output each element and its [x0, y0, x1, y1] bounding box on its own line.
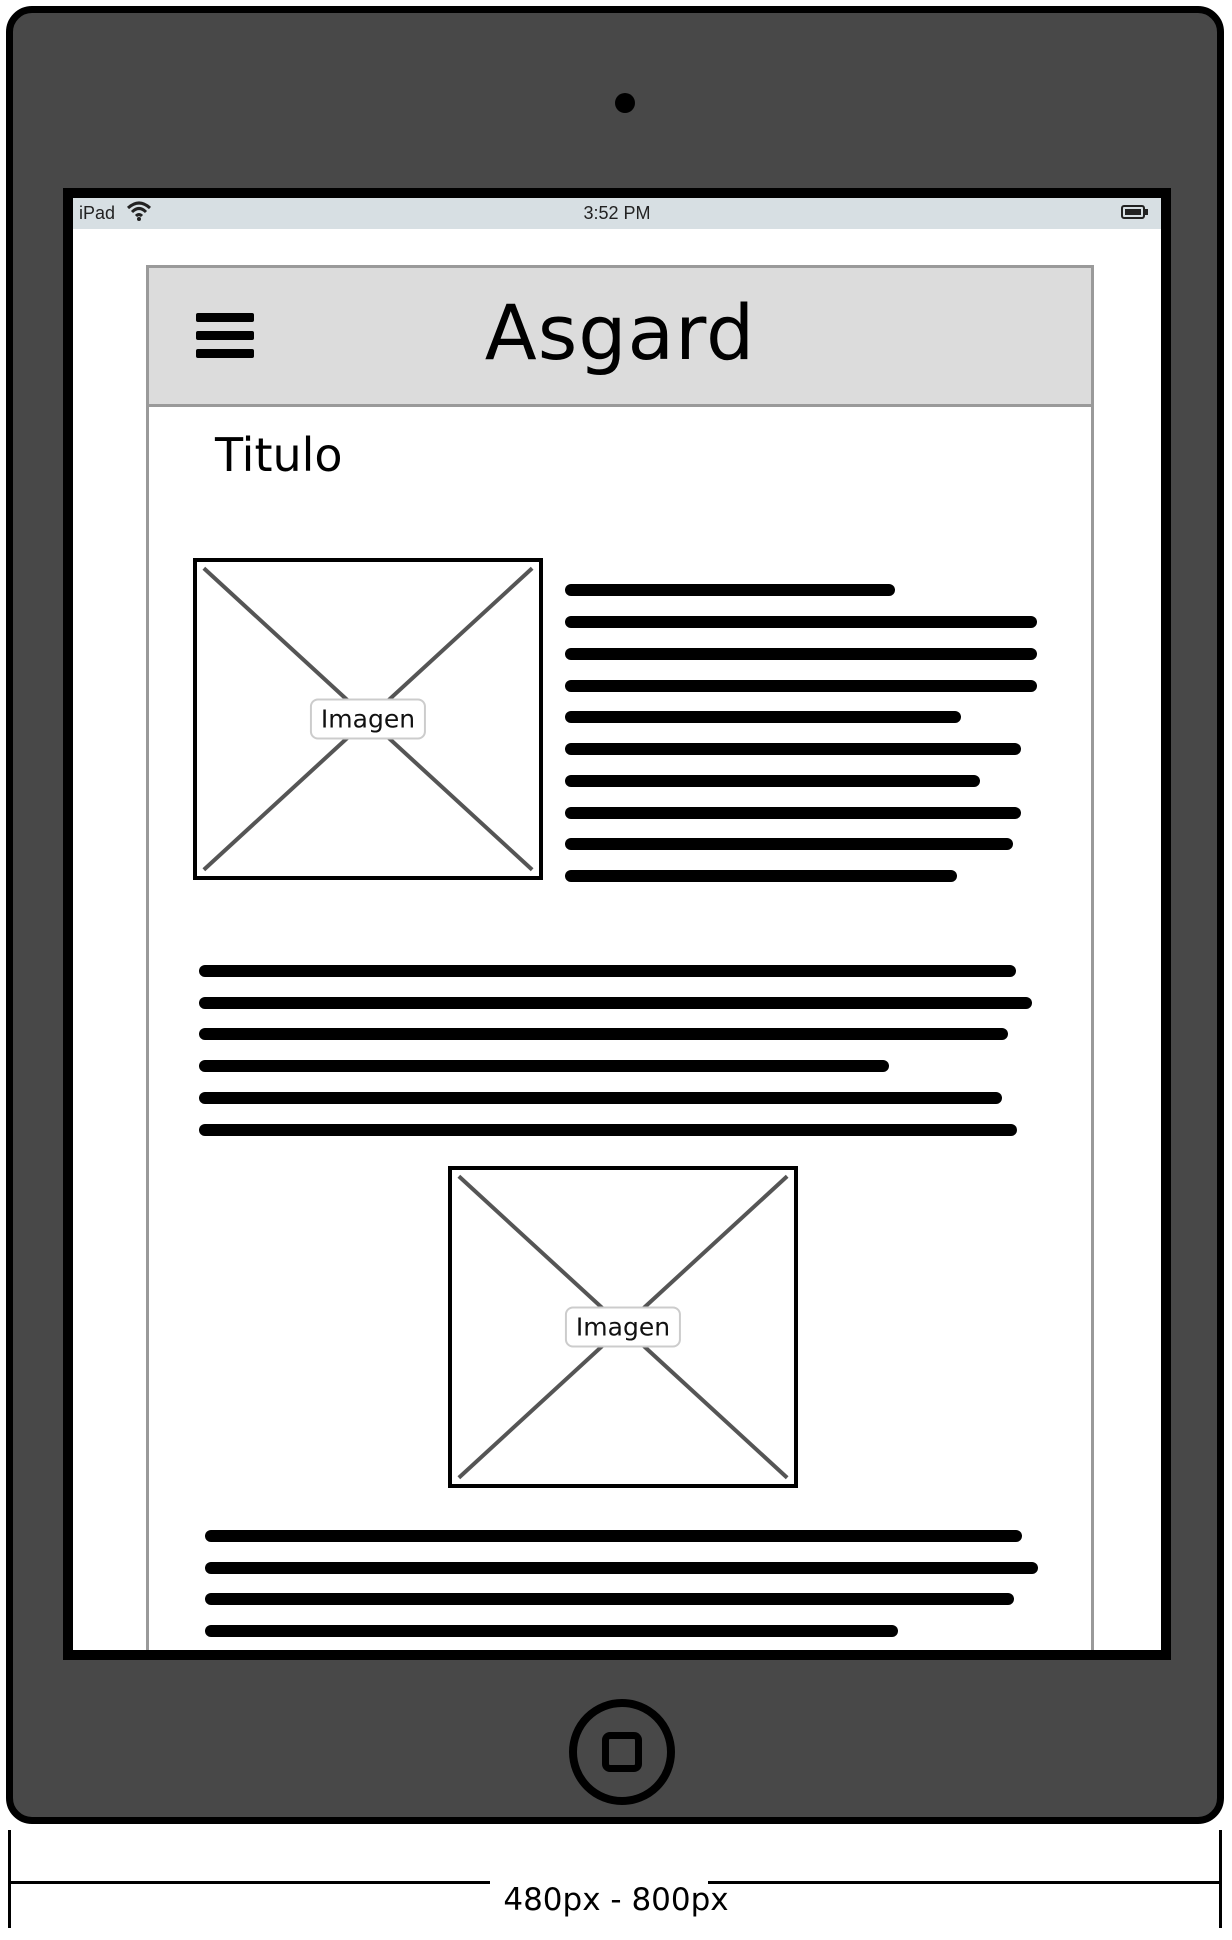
app-frame: Asgard Titulo Imagen Imagen [146, 265, 1094, 1650]
image-placeholder: Imagen [193, 558, 543, 880]
text-line [565, 648, 1037, 660]
text-line [565, 584, 895, 596]
status-time: 3:52 PM [583, 203, 651, 223]
text-line [199, 1124, 1017, 1136]
text-line [565, 870, 957, 882]
image-label: Imagen [309, 698, 427, 740]
image-label: Imagen [564, 1306, 682, 1348]
text-line [205, 1625, 898, 1637]
tablet-screen: iPad 3:52 PM Asgard Titulo Imagen Imagen [63, 188, 1171, 1660]
status-bar: iPad 3:52 PM [73, 198, 1161, 229]
image-placeholder: Imagen [448, 1166, 798, 1488]
app-navbar: Asgard [149, 268, 1091, 407]
app-title: Asgard [484, 288, 756, 377]
dimension-label: 480px - 800px [503, 1882, 729, 1918]
text-line [199, 1060, 889, 1072]
text-line [205, 1530, 1022, 1542]
text-line [565, 775, 980, 787]
text-line [565, 711, 961, 723]
text-line [199, 1092, 1002, 1104]
front-camera [615, 93, 635, 113]
page-title: Titulo [215, 428, 343, 482]
text-line [565, 616, 1037, 628]
text-line [565, 680, 1037, 692]
text-line [565, 807, 1021, 819]
home-button[interactable] [569, 1699, 675, 1805]
text-line [565, 838, 1013, 850]
battery-icon [1121, 205, 1148, 219]
text-line [199, 1028, 1008, 1040]
text-line [205, 1562, 1038, 1574]
text-line [199, 997, 1032, 1009]
width-dimension-annotation: 480px - 800px [0, 1830, 1232, 1930]
text-line [205, 1593, 1014, 1605]
text-line [565, 743, 1021, 755]
tablet-device: iPad 3:52 PM Asgard Titulo Imagen Imagen [6, 6, 1224, 1824]
home-square-icon [602, 1732, 642, 1772]
text-line [199, 965, 1016, 977]
